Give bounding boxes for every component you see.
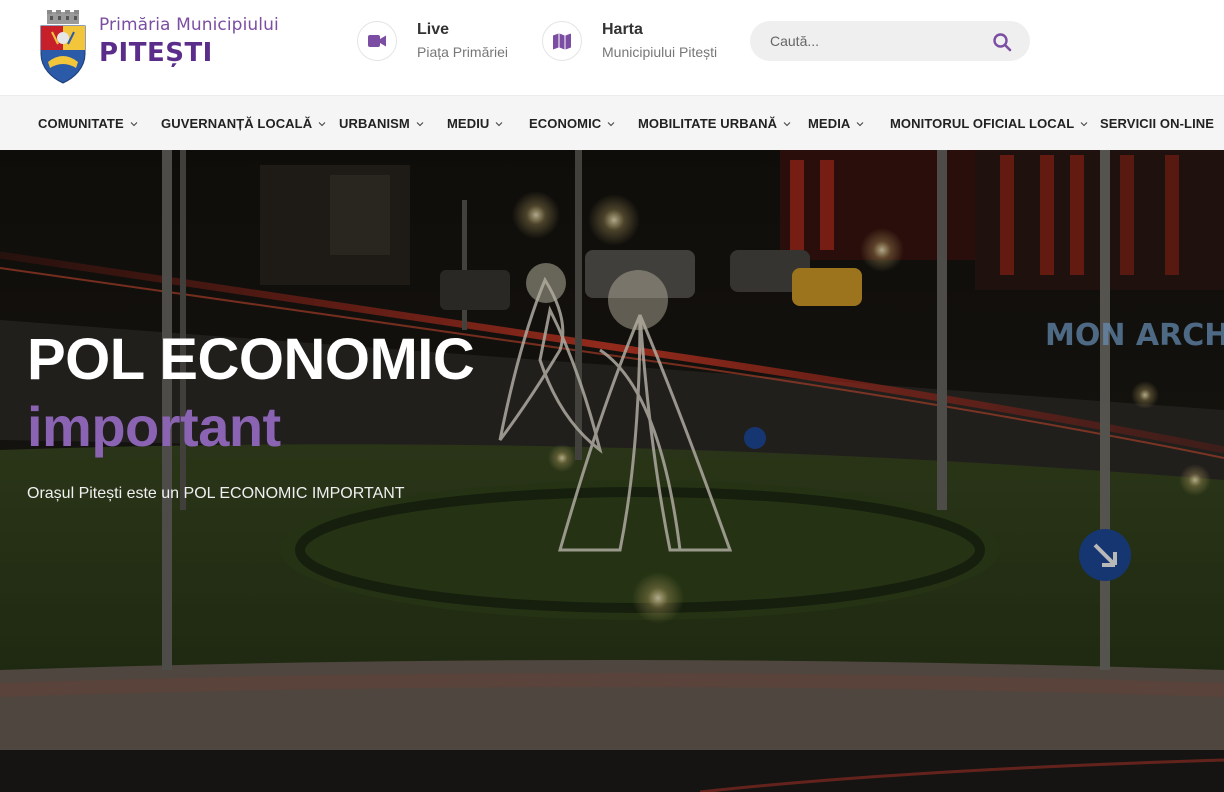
live-subtitle: Piața Primăriei — [417, 44, 509, 60]
coat-of-arms-icon — [40, 10, 86, 84]
live-title: Live — [417, 21, 450, 38]
chevron-down-icon — [496, 121, 503, 126]
hero-banner: MON ARCH POL ECONOMIC important Orașul P… — [0, 150, 1224, 792]
nav-item-mobilitate-urbana[interactable]: MOBILITATE URBANĂ — [638, 96, 791, 151]
nav-item-label: ECONOMIC — [529, 116, 602, 131]
nav-item-label: MONITORUL OFICIAL LOCAL — [890, 116, 1075, 131]
nav-item-label: MEDIU — [447, 116, 490, 131]
nav-item-label: GUVERNANȚĂ LOCALĂ — [161, 116, 313, 131]
chevron-down-icon — [783, 121, 791, 126]
nav-item-label: MOBILITATE URBANĂ — [638, 116, 778, 131]
nav-item-label: MEDIA — [808, 116, 851, 131]
search-input[interactable] — [750, 21, 980, 61]
video-camera-icon — [357, 21, 397, 61]
chevron-down-icon — [1080, 121, 1088, 126]
hero-overlay — [0, 150, 1224, 792]
map-subtitle: Municipiului Pitești — [602, 44, 718, 60]
nav-item-media[interactable]: MEDIA — [808, 96, 864, 151]
search-icon[interactable] — [992, 32, 1012, 52]
search-box — [750, 21, 1030, 61]
nav-item-label: COMUNITATE — [38, 116, 124, 131]
chevron-down-icon — [607, 121, 615, 126]
nav-item-economic[interactable]: ECONOMIC — [529, 96, 615, 151]
main-navigation: COMUNITATE GUVERNANȚĂ LOCALĂ URBANISM ME… — [0, 95, 1224, 150]
site-header: Primăria Municipiului PITEȘTI Live Piața… — [0, 0, 1224, 95]
nav-item-label: SERVICII ON-LINE — [1100, 116, 1215, 131]
nav-item-comunitate[interactable]: COMUNITATE — [38, 96, 138, 151]
hero-title: POL ECONOMIC — [27, 327, 475, 392]
map-icon — [542, 21, 582, 61]
nav-item-label: URBANISM — [339, 116, 410, 131]
hero-description: Orașul Pitești este un POL ECONOMIC IMPO… — [27, 485, 405, 502]
chevron-down-icon — [416, 121, 424, 126]
chevron-down-icon — [857, 121, 864, 126]
logo-subtitle: Primăria Municipiului — [99, 15, 279, 35]
nav-item-servicii-online[interactable]: SERVICII ON-LINE — [1100, 96, 1214, 151]
nav-item-monitorul-oficial-local[interactable]: MONITORUL OFICIAL LOCAL — [890, 96, 1088, 151]
nav-item-mediu[interactable]: MEDIU — [447, 96, 503, 151]
chevron-down-icon — [130, 121, 138, 126]
nav-item-guvernanta-locala[interactable]: GUVERNANȚĂ LOCALĂ — [161, 96, 326, 151]
logo-title: PITEȘTI — [99, 38, 213, 68]
nav-item-urbanism[interactable]: URBANISM — [339, 96, 424, 151]
hero-subtitle: important — [27, 395, 281, 458]
live-link[interactable]: Live Piața Primăriei — [357, 20, 508, 62]
site-logo[interactable]: Primăria Municipiului PITEȘTI — [38, 10, 279, 84]
map-link[interactable]: Harta Municipiului Pitești — [542, 20, 717, 62]
chevron-down-icon — [318, 121, 326, 126]
map-title: Harta — [602, 21, 643, 38]
